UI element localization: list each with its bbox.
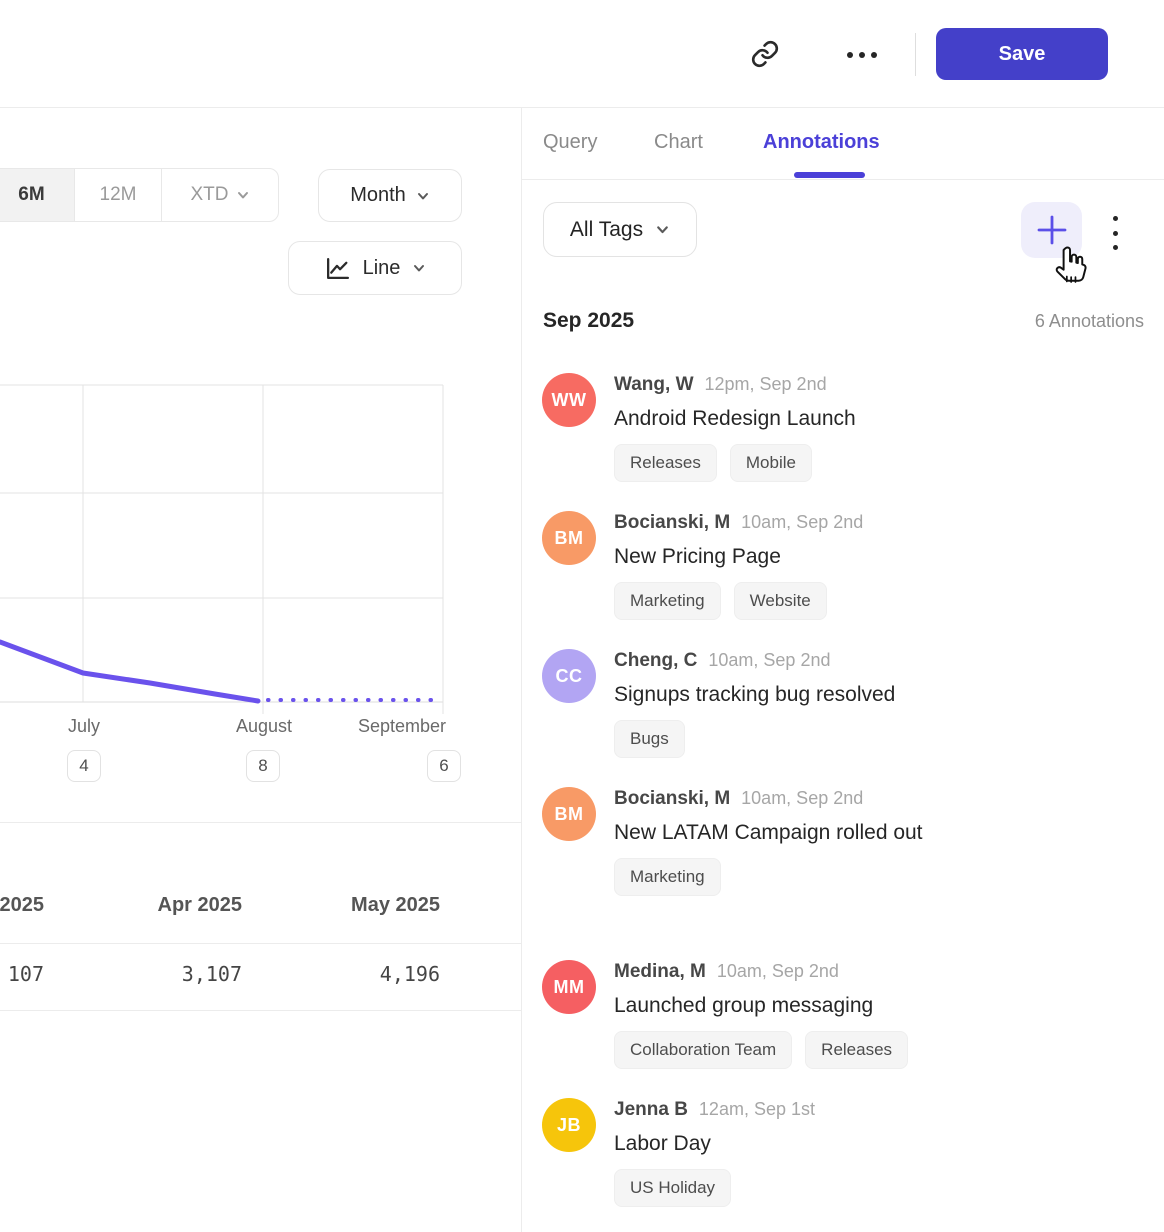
annotation-time: 12am, Sep 1st xyxy=(699,1098,815,1120)
table-header-row: 2025 Apr 2025 May 2025 xyxy=(0,894,440,917)
avatar: WW xyxy=(542,373,596,427)
annotation-tag[interactable]: Marketing xyxy=(614,858,721,896)
copy-link-button[interactable] xyxy=(748,37,782,71)
save-button[interactable]: Save xyxy=(936,28,1108,80)
annotation-tag[interactable]: Mobile xyxy=(730,444,812,482)
annotation-time: 10am, Sep 2nd xyxy=(741,787,863,809)
annotation-time: 10am, Sep 2nd xyxy=(708,649,830,671)
table-cell[interactable]: 4,196 xyxy=(242,962,440,986)
table-row-border xyxy=(0,1010,521,1011)
annotation-time: 10am, Sep 2nd xyxy=(717,960,839,982)
annotation-count-badge-september[interactable]: 6 xyxy=(427,750,461,782)
annotation-title[interactable]: Launched group messaging xyxy=(614,989,946,1023)
link-icon xyxy=(750,39,780,69)
annotation-author: Cheng, C xyxy=(614,650,697,672)
chart-type-dropdown[interactable]: Line xyxy=(288,241,462,295)
avatar: CC xyxy=(542,649,596,703)
series-line-solid xyxy=(0,642,258,701)
range-xtd-button[interactable]: XTD xyxy=(161,169,278,221)
annotation-count-badge-august[interactable]: 8 xyxy=(246,750,280,782)
annotation-count-badge-july[interactable]: 4 xyxy=(67,750,101,782)
table-column-header[interactable]: May 2025 xyxy=(242,894,440,917)
annotation-author: Medina, M xyxy=(614,961,706,983)
annotation-time: 12pm, Sep 2nd xyxy=(705,373,827,395)
chevron-down-icon xyxy=(236,188,250,202)
annotation-author: Bocianski, M xyxy=(614,788,730,810)
tabs-border xyxy=(522,179,1164,180)
granularity-dropdown[interactable]: Month xyxy=(318,169,462,222)
range-12m-button[interactable]: 12M xyxy=(74,169,161,221)
annotation-time: 10am, Sep 2nd xyxy=(741,511,863,533)
annotation-tag[interactable]: Bugs xyxy=(614,720,685,758)
annotation-tag[interactable]: Releases xyxy=(805,1031,908,1069)
annotation-title[interactable]: Signups tracking bug resolved xyxy=(614,678,946,712)
line-chart[interactable] xyxy=(0,380,521,720)
annotation-title[interactable]: New LATAM Campaign rolled out xyxy=(614,816,946,850)
x-axis-label-september: September xyxy=(346,716,446,737)
header-border xyxy=(0,107,1164,108)
avatar: JB xyxy=(542,1098,596,1152)
annotation-author: Wang, W xyxy=(614,374,694,396)
chevron-down-icon xyxy=(416,189,430,203)
annotation-tag[interactable]: Marketing xyxy=(614,582,721,620)
annotation-tag[interactable]: Website xyxy=(734,582,827,620)
annotation-item[interactable]: WW Wang, W 12pm, Sep 2nd Android Redesig… xyxy=(542,373,1144,482)
plus-icon xyxy=(1037,215,1067,245)
annotation-item[interactable]: BM Bocianski, M 10am, Sep 2nd New LATAM … xyxy=(542,787,1144,896)
annotation-item[interactable]: BM Bocianski, M 10am, Sep 2nd New Pricin… xyxy=(542,511,1144,620)
x-axis-label-july: July xyxy=(44,716,124,737)
annotations-count: 6 Annotations xyxy=(1035,311,1144,332)
annotations-menu-button[interactable] xyxy=(1103,216,1127,250)
annotation-author: Bocianski, M xyxy=(614,512,730,534)
avatar: BM xyxy=(542,787,596,841)
tags-filter-dropdown[interactable]: All Tags xyxy=(543,202,697,257)
table-header-border xyxy=(0,943,521,944)
add-annotation-button[interactable] xyxy=(1021,202,1082,258)
table-top-border xyxy=(0,822,521,823)
table-cell[interactable]: 107 xyxy=(0,962,44,986)
line-chart-icon xyxy=(324,255,351,282)
ellipsis-icon xyxy=(847,52,853,58)
chevron-down-icon xyxy=(655,222,670,237)
annotation-title[interactable]: Android Redesign Launch xyxy=(614,402,946,436)
table-column-header[interactable]: Apr 2025 xyxy=(44,894,242,917)
annotation-tag[interactable]: Releases xyxy=(614,444,717,482)
annotation-item[interactable]: CC Cheng, C 10am, Sep 2nd Signups tracki… xyxy=(542,649,1144,758)
x-axis-label-august: August xyxy=(214,716,314,737)
table-row: 107 3,107 4,196 xyxy=(0,962,440,986)
kebab-icon xyxy=(1113,216,1118,221)
table-cell[interactable]: 3,107 xyxy=(44,962,242,986)
annotation-item[interactable]: JB Jenna B 12am, Sep 1st Labor Day US Ho… xyxy=(542,1098,1144,1207)
avatar: BM xyxy=(542,511,596,565)
range-6m-button[interactable]: 6M xyxy=(0,169,74,221)
date-range-group: 6M 12M XTD xyxy=(0,168,279,222)
active-tab-indicator xyxy=(794,172,865,178)
annotation-item[interactable]: MM Medina, M 10am, Sep 2nd Launched grou… xyxy=(542,960,1144,1069)
annotations-month-header: Sep 2025 xyxy=(543,309,634,333)
annotation-tag[interactable]: Collaboration Team xyxy=(614,1031,792,1069)
annotation-author: Jenna B xyxy=(614,1099,688,1121)
chevron-down-icon xyxy=(412,261,426,275)
header-divider xyxy=(915,33,916,76)
tab-annotations[interactable]: Annotations xyxy=(763,131,880,154)
annotation-title[interactable]: Labor Day xyxy=(614,1127,946,1161)
panel-divider xyxy=(521,108,522,1232)
avatar: MM xyxy=(542,960,596,1014)
table-column-header[interactable]: 2025 xyxy=(0,894,44,917)
tab-query[interactable]: Query xyxy=(543,131,597,154)
annotation-tag[interactable]: US Holiday xyxy=(614,1169,731,1207)
annotation-title[interactable]: New Pricing Page xyxy=(614,540,946,574)
more-options-button[interactable] xyxy=(842,44,882,66)
tab-chart[interactable]: Chart xyxy=(654,131,703,154)
